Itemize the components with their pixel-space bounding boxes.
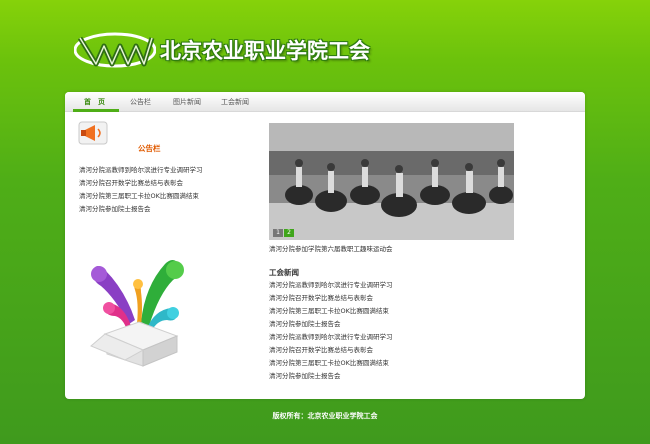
footer-copyright: 版权所有：北京农业职业学院工会	[272, 412, 378, 420]
list-item[interactable]: 清河分院召开数学比赛总结与表彰会	[79, 177, 203, 190]
nav-bar: 首 页 公告栏 图片新闻 工会新闻	[65, 92, 585, 112]
gift-box-illustration	[90, 260, 184, 367]
list-item[interactable]: 清河分院参加院士报告会	[269, 318, 393, 331]
main-panel: 首 页 公告栏 图片新闻 工会新闻 公告栏 清河分院派教师到哈尔滨进行专业调研学…	[65, 92, 585, 399]
photo-page-1[interactable]: 1	[273, 229, 283, 237]
notice-title: 公告栏	[138, 144, 161, 153]
list-item[interactable]: 清河分院派教师到哈尔滨进行专业调研学习	[269, 279, 393, 292]
list-item[interactable]: 清河分院召开数学比赛总结与表彰会	[269, 344, 393, 357]
list-item[interactable]: 清河分院派教师到哈尔滨进行专业调研学习	[79, 164, 203, 177]
list-item[interactable]: 清河分院派教师到哈尔滨进行专业调研学习	[269, 331, 393, 344]
list-item[interactable]: 清河分院参加院士报告会	[79, 203, 203, 216]
list-item[interactable]: 清河分院召开数学比赛总结与表彰会	[269, 292, 393, 305]
photo-caption[interactable]: 清河分院参加学院第六届教职工趣味运动会	[269, 243, 393, 253]
megaphone-icon	[78, 121, 108, 145]
photo-pager: 1 2	[273, 229, 294, 237]
site-title: 北京农业职业学院工会	[160, 39, 370, 63]
list-item[interactable]: 清河分院参加院士报告会	[269, 370, 393, 383]
nav-item-notice[interactable]: 公告栏	[130, 92, 151, 112]
logo-icon	[74, 32, 156, 68]
nav-item-union-news[interactable]: 工会新闻	[221, 92, 249, 112]
union-news-title: 工会新闻	[269, 268, 299, 277]
photo-news-image[interactable]: 1 2	[269, 123, 514, 240]
nav-active-indicator	[73, 109, 119, 112]
list-item[interactable]: 清河分院第三届职工卡拉OK比赛圆满结束	[269, 357, 393, 370]
list-item[interactable]: 清河分院第三届职工卡拉OK比赛圆满结束	[269, 305, 393, 318]
dancers-photo	[269, 123, 514, 240]
list-item[interactable]: 清河分院第三届职工卡拉OK比赛圆满结束	[79, 190, 203, 203]
nav-item-photo-news[interactable]: 图片新闻	[173, 92, 201, 112]
union-news-list: 清河分院派教师到哈尔滨进行专业调研学习 清河分院召开数学比赛总结与表彰会 清河分…	[269, 279, 393, 383]
notice-list: 清河分院派教师到哈尔滨进行专业调研学习 清河分院召开数学比赛总结与表彰会 清河分…	[79, 164, 203, 216]
photo-page-2[interactable]: 2	[284, 229, 294, 237]
